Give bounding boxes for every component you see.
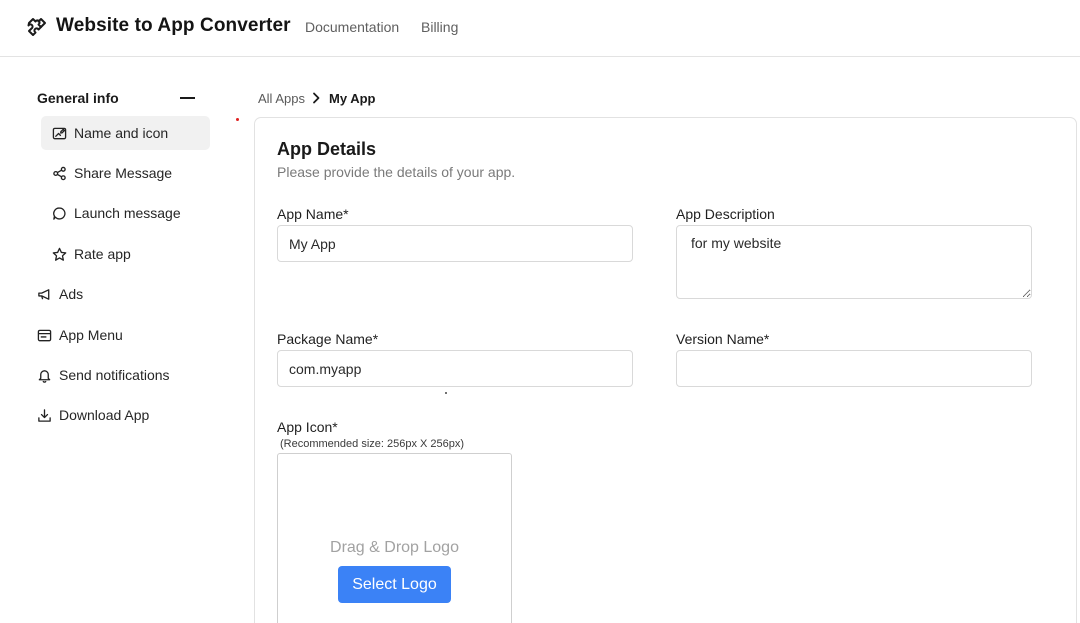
- sidebar-item-label: Rate app: [74, 246, 131, 262]
- breadcrumb-all-apps[interactable]: All Apps: [258, 91, 305, 106]
- app-description-textarea[interactable]: for my website: [676, 225, 1032, 299]
- menu-card-icon: [36, 327, 52, 343]
- nav-billing[interactable]: Billing: [421, 19, 458, 35]
- version-name-input[interactable]: [676, 350, 1032, 387]
- dropzone-text: Drag & Drop Logo: [330, 539, 459, 556]
- app-title: Website to App Converter: [56, 15, 291, 36]
- sidebar-item-label: Send notifications: [59, 367, 170, 383]
- sidebar-item-label: Launch message: [74, 205, 181, 221]
- top-bar: Website to App Converter Documentation B…: [0, 0, 1080, 57]
- sidebar-item-ads[interactable]: Ads: [30, 277, 210, 311]
- nav-documentation[interactable]: Documentation: [305, 19, 399, 35]
- select-logo-button[interactable]: Select Logo: [338, 566, 451, 603]
- sidebar-item-app-menu[interactable]: App Menu: [30, 318, 210, 352]
- share-icon: [51, 165, 67, 181]
- app-name-input[interactable]: [277, 225, 633, 262]
- app-icon-label: App Icon*: [277, 419, 338, 435]
- card-subtitle: Please provide the details of your app.: [277, 164, 516, 180]
- app-icon-size-hint: (Recommended size: 256px X 256px): [280, 438, 465, 450]
- puzzle-icon: [27, 18, 46, 36]
- version-name-label: Version Name*: [676, 331, 770, 347]
- chevron-right-icon: [313, 92, 320, 104]
- download-icon: [36, 407, 52, 423]
- megaphone-icon: [36, 286, 52, 302]
- app-details-card: App Details Please provide the details o…: [254, 117, 1077, 623]
- sidebar-section-general-info[interactable]: General info: [37, 90, 197, 108]
- image-edit-icon: [51, 125, 67, 141]
- breadcrumb-current: My App: [329, 91, 376, 106]
- sidebar-item-label: Share Message: [74, 165, 173, 181]
- package-name-input[interactable]: [277, 350, 633, 387]
- sidebar-item-share-message[interactable]: Share Message: [41, 156, 210, 190]
- sidebar-item-launch-message[interactable]: Launch message: [41, 196, 210, 230]
- sidebar-item-name-and-icon[interactable]: Name and icon: [41, 116, 210, 150]
- sidebar-item-label: App Menu: [59, 327, 123, 343]
- app-name-label: App Name*: [277, 206, 349, 222]
- chat-bubble-icon: [51, 205, 67, 221]
- sidebar-item-send-notifications[interactable]: Send notifications: [30, 358, 210, 392]
- minus-icon[interactable]: [180, 97, 195, 99]
- package-name-label: Package Name*: [277, 331, 379, 347]
- star-icon: [51, 246, 67, 262]
- card-title: App Details: [277, 139, 377, 159]
- bell-icon: [36, 367, 52, 383]
- sidebar-item-download-app[interactable]: Download App: [30, 398, 210, 432]
- sidebar-item-rate-app[interactable]: Rate app: [41, 237, 210, 271]
- app-description-label: App Description: [676, 206, 775, 222]
- sidebar-item-label: Name and icon: [74, 125, 169, 141]
- logo-dropzone[interactable]: Drag & Drop Logo Select Logo: [277, 453, 512, 623]
- sidebar-section-label: General info: [37, 90, 119, 106]
- sidebar-item-label: Download App: [59, 407, 150, 423]
- decorative-dot: [445, 392, 447, 394]
- sidebar-item-label: Ads: [59, 286, 84, 302]
- status-dot: [236, 118, 239, 121]
